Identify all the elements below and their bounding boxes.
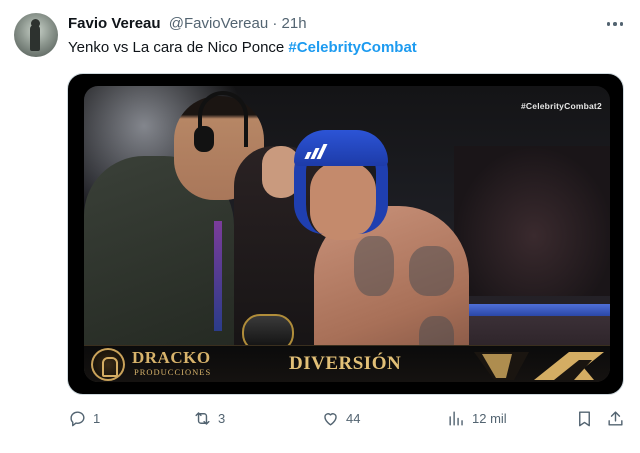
author-handle[interactable]: @FavioVereau <box>169 15 268 32</box>
more-icon[interactable] <box>602 14 628 34</box>
crowd-background <box>454 146 610 296</box>
retweet-icon <box>195 411 210 425</box>
action-bar: 1 3 44 12 mil <box>0 404 640 432</box>
broadcast-banner: DRACKO PRODUCCIONES DIVERSIÓN <box>84 345 610 382</box>
like-count: 44 <box>346 410 361 426</box>
dracko-crest-icon <box>91 348 125 381</box>
banner-title: DIVERSIÓN <box>289 353 402 374</box>
reply-icon <box>70 410 85 426</box>
share-button[interactable] <box>601 404 629 432</box>
lanyard <box>214 221 222 331</box>
bookmark-icon <box>578 410 590 426</box>
more-dot <box>606 22 611 26</box>
share-icon <box>607 410 623 426</box>
tweet-body: Yenko vs La cara de Nico Ponce <box>68 39 285 56</box>
headset-icon <box>194 126 214 152</box>
author-name[interactable]: Favio Vereau <box>68 15 161 32</box>
brand-subtitle: PRODUCCIONES <box>134 367 212 377</box>
adidas-stripes-icon <box>304 144 328 159</box>
hashtag-link[interactable]: #CelebrityCombat <box>288 39 416 56</box>
video-media[interactable]: #CelebrityCombat2 DRACKO PRODUCCIONES DI… <box>67 73 624 395</box>
tweet-card[interactable]: Favio Vereau @FavioVereau · 21h Yenko vs… <box>0 0 640 453</box>
tweet-text: Yenko vs La cara de Nico Ponce #Celebrit… <box>68 38 417 58</box>
tattoo <box>409 246 454 296</box>
views-count: 12 mil <box>472 410 507 426</box>
separator-dot: · <box>272 15 278 32</box>
retweet-count: 3 <box>218 410 226 426</box>
views-button[interactable]: 12 mil <box>447 404 507 432</box>
like-icon <box>324 412 337 426</box>
like-button[interactable]: 44 <box>321 404 360 432</box>
brand-name: DRACKO <box>132 348 211 367</box>
reply-count: 1 <box>93 410 101 426</box>
tweet-header: Favio Vereau @FavioVereau · 21h <box>68 14 307 34</box>
video-frame[interactable]: #CelebrityCombat2 DRACKO PRODUCCIONES DI… <box>84 86 610 382</box>
brand-logo: DRACKO PRODUCCIONES <box>132 349 211 378</box>
more-dot <box>613 22 617 26</box>
avatar[interactable] <box>14 13 58 57</box>
retweet-button[interactable]: 3 <box>193 404 225 432</box>
gold-wing-icon <box>474 352 604 380</box>
tattoo <box>354 236 394 296</box>
avatar-figure-body <box>30 25 40 51</box>
bookmark-button[interactable] <box>570 404 598 432</box>
tweet-timestamp[interactable]: 21h <box>282 15 307 32</box>
views-icon <box>449 410 463 426</box>
reply-button[interactable]: 1 <box>68 404 100 432</box>
more-dot <box>619 22 624 26</box>
broadcast-hashtag: #CelebrityCombat2 <box>521 101 602 111</box>
ring-rope <box>449 304 610 316</box>
